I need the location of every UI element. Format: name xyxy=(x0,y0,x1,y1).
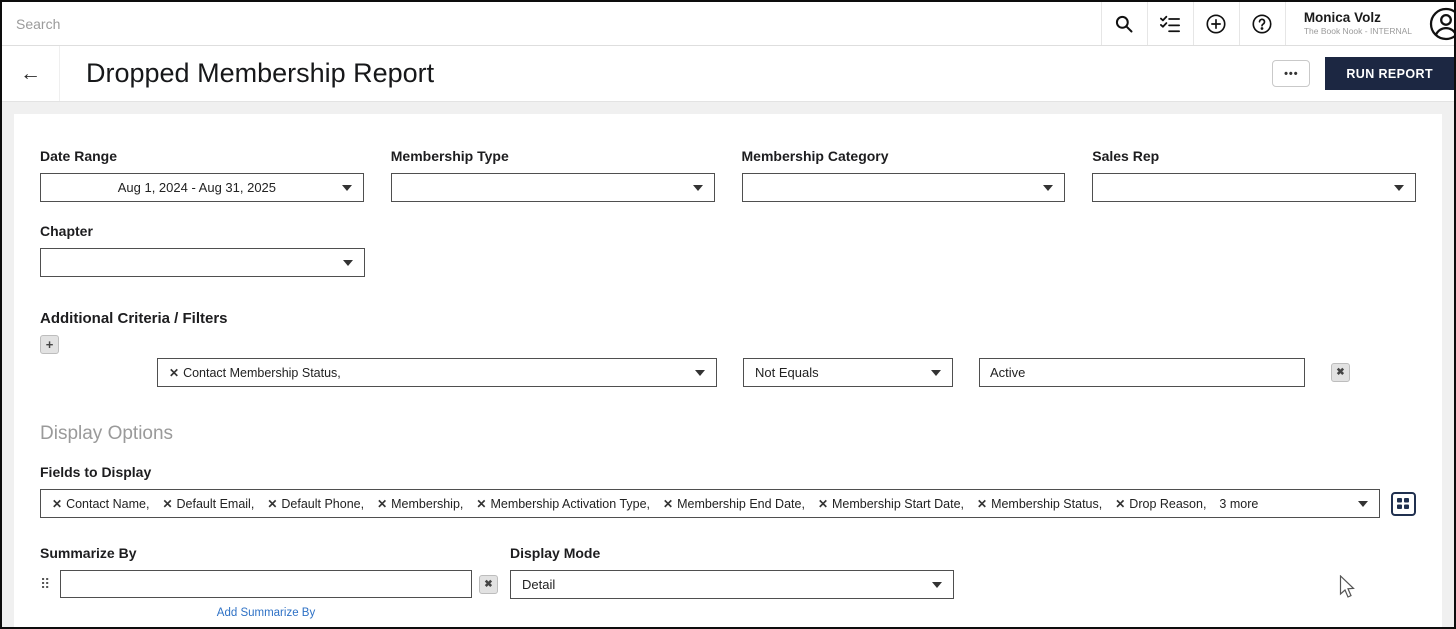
field-tag: ✕ Drop Reason, xyxy=(1115,497,1206,511)
report-settings-panel: Date Range Aug 1, 2024 - Aug 31, 2025 Me… xyxy=(2,102,1454,629)
chevron-down-icon xyxy=(1394,185,1404,191)
run-report-button[interactable]: RUN REPORT xyxy=(1325,57,1454,90)
user-menu[interactable]: Monica Volz The Book Nook - INTERNAL xyxy=(1285,2,1428,45)
field-tag-label: Membership Status, xyxy=(991,497,1102,511)
user-name: Monica Volz xyxy=(1304,10,1412,26)
display-mode-select[interactable]: Detail xyxy=(510,570,954,599)
chevron-down-icon xyxy=(695,370,705,376)
remove-tag-icon[interactable]: ✕ xyxy=(377,497,387,511)
additional-criteria-heading: Additional Criteria / Filters xyxy=(40,310,1416,327)
membership-type-label: Membership Type xyxy=(391,148,715,164)
more-fields-indicator: 3 more xyxy=(1219,497,1258,511)
criteria-field-select[interactable]: ✕ Contact Membership Status, xyxy=(157,358,717,387)
fields-to-display-label: Fields to Display xyxy=(40,464,1416,480)
chevron-down-icon xyxy=(693,185,703,191)
field-tag: ✕ Membership Activation Type, xyxy=(476,497,650,511)
chevron-down-icon xyxy=(342,185,352,191)
remove-tag-icon[interactable]: ✕ xyxy=(476,497,486,511)
app-window: Search Monica Volz The Book Nook - INTER… xyxy=(0,0,1456,629)
add-criteria-button[interactable]: + xyxy=(40,335,59,354)
chapter-label: Chapter xyxy=(40,223,365,239)
chevron-down-icon xyxy=(1043,185,1053,191)
field-tag-label: Drop Reason, xyxy=(1129,497,1206,511)
clear-summarize-button[interactable]: ✖ xyxy=(479,575,498,594)
topbar-actions: Monica Volz The Book Nook - INTERNAL xyxy=(1101,2,1454,45)
field-tag: ✕ Default Email, xyxy=(162,497,254,511)
chevron-down-icon xyxy=(932,582,942,588)
fields-to-display-select[interactable]: ✕ Contact Name, ✕ Default Email, ✕ Defau… xyxy=(40,489,1380,518)
criteria-operator-select[interactable]: Not Equals xyxy=(743,358,953,387)
display-mode-label: Display Mode xyxy=(510,545,954,561)
field-tag: ✕ Default Phone, xyxy=(267,497,364,511)
sales-rep-label: Sales Rep xyxy=(1092,148,1416,164)
sales-rep-select[interactable] xyxy=(1092,173,1416,202)
field-tag-label: Contact Name, xyxy=(66,497,149,511)
criteria-field-tag: ✕ Contact Membership Status, xyxy=(169,366,341,380)
more-options-button[interactable]: ••• xyxy=(1272,60,1310,87)
column-chooser-button[interactable] xyxy=(1391,492,1416,516)
back-button[interactable]: ← xyxy=(2,46,60,101)
display-mode-value: Detail xyxy=(522,577,555,592)
filters-row: Date Range Aug 1, 2024 - Aug 31, 2025 Me… xyxy=(40,148,1416,202)
date-range-select[interactable]: Aug 1, 2024 - Aug 31, 2025 xyxy=(40,173,364,202)
membership-category-label: Membership Category xyxy=(742,148,1066,164)
page-title: Dropped Membership Report xyxy=(86,58,434,89)
membership-category-select[interactable] xyxy=(742,173,1066,202)
user-org: The Book Nook - INTERNAL xyxy=(1304,26,1412,37)
summarize-by-label: Summarize By xyxy=(40,545,498,561)
remove-tag-icon[interactable]: ✕ xyxy=(818,497,828,511)
chevron-down-icon xyxy=(343,260,353,266)
criteria-operator-value: Not Equals xyxy=(755,365,819,380)
global-search-input[interactable]: Search xyxy=(2,2,1101,45)
field-tag-label: Membership End Date, xyxy=(677,497,805,511)
fields-to-display-block: Fields to Display ✕ Contact Name, ✕ Defa… xyxy=(40,464,1416,518)
chapter-block: Chapter xyxy=(40,223,365,277)
date-range-label: Date Range xyxy=(40,148,364,164)
chevron-down-icon xyxy=(1358,501,1368,507)
date-range-value: Aug 1, 2024 - Aug 31, 2025 xyxy=(52,180,342,195)
chevron-down-icon xyxy=(931,370,941,376)
summarize-section: Summarize By ⠿ ✖ Add Summarize By Displa… xyxy=(40,545,1416,619)
criteria-value-input[interactable] xyxy=(979,358,1305,387)
remove-criteria-button[interactable]: ✖ xyxy=(1331,363,1350,382)
field-tag: ✕ Membership End Date, xyxy=(663,497,805,511)
report-criteria-card: Date Range Aug 1, 2024 - Aug 31, 2025 Me… xyxy=(14,114,1442,629)
remove-tag-icon[interactable]: ✕ xyxy=(169,366,179,380)
remove-tag-icon[interactable]: ✕ xyxy=(162,497,172,511)
display-options-heading: Display Options xyxy=(40,423,1416,445)
field-tag-label: Membership Start Date, xyxy=(832,497,964,511)
chapter-select[interactable] xyxy=(40,248,365,277)
remove-tag-icon[interactable]: ✕ xyxy=(52,497,62,511)
help-icon[interactable] xyxy=(1239,2,1285,45)
remove-tag-icon[interactable]: ✕ xyxy=(977,497,987,511)
field-tag-label: Default Email, xyxy=(177,497,255,511)
remove-tag-icon[interactable]: ✕ xyxy=(663,497,673,511)
header-actions: ••• RUN REPORT xyxy=(1272,57,1454,90)
topbar: Search Monica Volz The Book Nook - INTER… xyxy=(2,2,1454,46)
checklist-icon[interactable] xyxy=(1147,2,1193,45)
field-tag: ✕ Membership Start Date, xyxy=(818,497,964,511)
remove-tag-icon[interactable]: ✕ xyxy=(1115,497,1125,511)
field-tag-label: Membership Activation Type, xyxy=(490,497,650,511)
add-summarize-by-link[interactable]: Add Summarize By xyxy=(60,607,472,619)
add-circle-icon[interactable] xyxy=(1193,2,1239,45)
report-header: ← Dropped Membership Report ••• RUN REPO… xyxy=(2,46,1454,102)
summarize-by-input[interactable] xyxy=(60,570,472,598)
avatar[interactable] xyxy=(1428,2,1454,45)
search-icon[interactable] xyxy=(1101,2,1147,45)
field-tag: ✕ Contact Name, xyxy=(52,497,149,511)
field-tag: ✕ Membership, xyxy=(377,497,463,511)
field-tag-label: Membership, xyxy=(391,497,463,511)
criteria-field-tag-label: Contact Membership Status, xyxy=(183,366,341,380)
membership-type-select[interactable] xyxy=(391,173,715,202)
field-tag: ✕ Membership Status, xyxy=(977,497,1102,511)
criteria-row: ✕ Contact Membership Status, Not Equals … xyxy=(157,358,1416,387)
drag-handle-icon[interactable]: ⠿ xyxy=(40,576,60,593)
remove-tag-icon[interactable]: ✕ xyxy=(267,497,277,511)
field-tag-label: Default Phone, xyxy=(281,497,364,511)
